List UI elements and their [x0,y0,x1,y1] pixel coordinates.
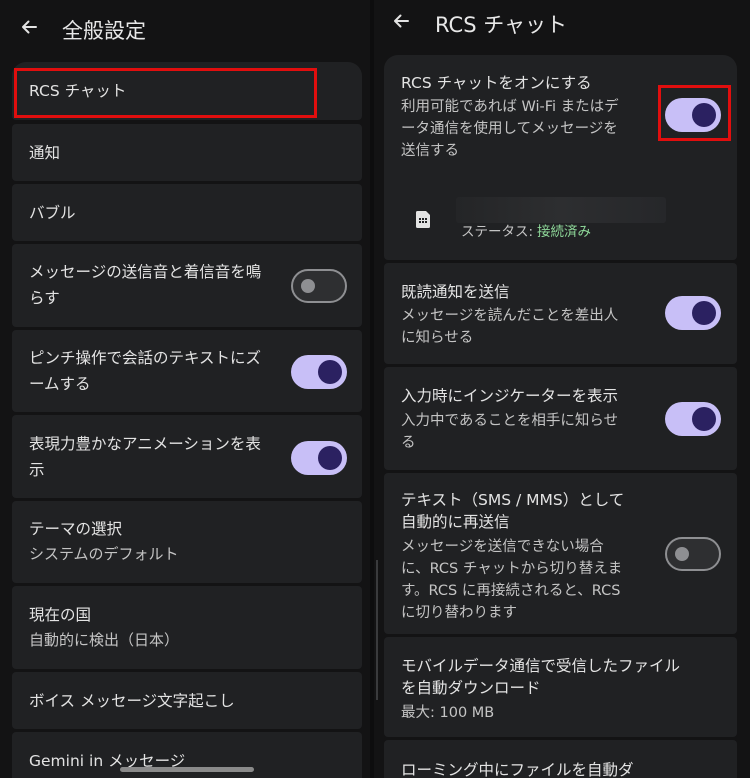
scrollbar[interactable] [376,560,378,700]
rcs-enable-desc-line2: ータ通信を使用してメッセージを [401,121,618,137]
settings-item-voice-transcription[interactable]: ボイス メッセージ文字起こし [12,672,362,729]
page-title: RCS チャット [435,13,568,37]
item-sub: システムのデフォルト [29,545,179,563]
typing-indicator-desc-line2: る [401,435,416,451]
auto-download-sub: 最大: 100 MB [401,705,495,721]
rcs-enable-desc-line1: 利用可能であれば Wi-Fi またはデ [401,99,619,115]
item-label: 通知 [29,144,61,162]
settings-item-expressive-animations[interactable]: 表現力豊かなアニメーションを表 示 [12,415,362,498]
highlight-box [14,68,317,118]
send-sounds-toggle[interactable] [291,269,347,303]
sim-card-icon [416,211,430,228]
item-sub: 自動的に検出（日本） [29,631,180,649]
settings-item-pinch-zoom[interactable]: ピンチ操作で会話のテキストにズ ームする [12,330,362,412]
settings-item-send-sounds[interactable]: メッセージの送信音と着信音を鳴 らす [12,244,362,327]
settings-item-notifications[interactable]: 通知 [12,124,362,181]
rcs-enable-label: RCS チャットをオンにする [401,74,592,92]
auto-resend-desc-line1: メッセージを送信できない場合 [401,539,604,555]
expressive-animations-toggle[interactable] [291,441,347,475]
read-receipts-label: 既読通知を送信 [401,283,510,301]
auto-resend-card[interactable]: テキスト（SMS / MMS）として 自動的に再送信 メッセージを送信できない場… [384,473,737,634]
read-receipts-card[interactable]: 既読通知を送信 メッセージを読んだことを差出人 に知らせる [384,263,737,364]
settings-item-country[interactable]: 現在の国 自動的に検出（日本） [12,586,362,669]
read-receipts-desc-line2: に知らせる [401,330,474,346]
typing-indicator-card[interactable]: 入力時にインジケーターを表示 入力中であることを相手に知らせ る [384,367,737,470]
settings-item-bubbles[interactable]: バブル [12,184,362,241]
auto-resend-desc-line2: に、RCS チャットから切り替えま [401,561,623,577]
item-label: バブル [29,204,76,222]
top-app-bar: 全般設定 [0,0,370,56]
roaming-download-label: ローミング中にファイルを自動ダ [401,761,634,778]
item-label-line2: ームする [29,375,91,393]
auto-resend-desc-line4: に切り替わります [401,605,517,621]
item-label: ボイス メッセージ文字起こし [29,692,235,710]
gesture-nav-bar [120,767,254,772]
item-label-line1: 表現力豊かなアニメーションを表 [29,435,261,453]
item-label-line2: らす [29,289,60,307]
back-button[interactable] [14,12,44,42]
auto-download-label-line2: を自動ダウンロード [401,679,541,697]
item-label-line1: メッセージの送信音と着信音を鳴 [29,263,262,281]
item-label: 現在の国 [29,606,92,624]
status-value: 接続済み [537,224,591,240]
highlight-box [658,85,731,141]
back-arrow-icon [394,14,409,28]
settings-item-theme[interactable]: テーマの選択 システムのデフォルト [12,501,362,583]
toggle-knob [675,547,689,561]
rcs-chat-panel: RCS チャット RCS チャットをオンにする 利用可能であれば Wi-Fi ま… [374,0,750,778]
auto-resend-toggle[interactable] [665,537,721,571]
auto-download-label-line1: モバイルデータ通信で受信したファイル [401,657,681,675]
pinch-zoom-toggle[interactable] [291,355,347,389]
toggle-knob [318,360,342,384]
roaming-download-card[interactable]: ローミング中にファイルを自動ダ [384,740,737,778]
auto-resend-desc-line3: す。RCS に再接続されると、RCS [401,583,621,599]
typing-indicator-desc-line1: 入力中であることを相手に知らせ [401,413,619,429]
status-prefix: ステータス: [461,224,534,240]
general-settings-panel: 全般設定 RCS チャット 通知 バブル メッセージの送信音と着信音を鳴 らす … [0,0,370,778]
typing-indicator-toggle[interactable] [665,402,721,436]
redacted-phone-number [456,197,666,223]
toggle-knob [692,301,716,325]
toggle-knob [318,446,342,470]
typing-indicator-label: 入力時にインジケーターを表示 [401,387,619,405]
item-label: テーマの選択 [29,520,123,538]
back-button[interactable] [386,6,416,36]
toggle-knob [301,279,315,293]
item-label-line1: ピンチ操作で会話のテキストにズ [29,349,262,367]
back-arrow-icon [22,20,37,34]
rcs-enable-desc-line3: 送信する [401,143,459,159]
auto-resend-label-line1: テキスト（SMS / MMS）として [401,491,625,509]
auto-resend-label-line2: 自動的に再送信 [401,513,510,531]
read-receipts-toggle[interactable] [665,296,721,330]
item-label-line2: 示 [29,461,45,479]
page-title: 全般設定 [62,19,146,43]
read-receipts-desc-line1: メッセージを読んだことを差出人 [401,308,619,324]
top-app-bar: RCS チャット [374,0,750,56]
toggle-knob [692,407,716,431]
auto-download-card[interactable]: モバイルデータ通信で受信したファイル を自動ダウンロード 最大: 100 MB [384,637,737,737]
